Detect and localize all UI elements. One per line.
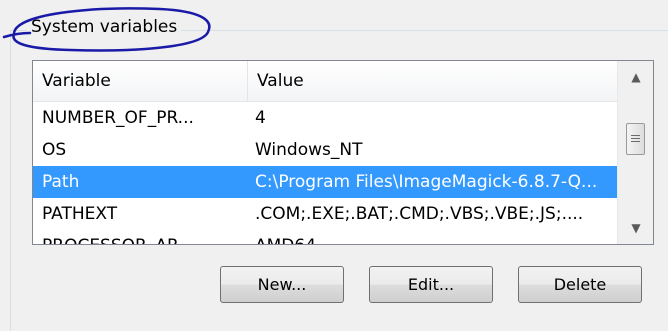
table-row[interactable]: PATHEXT .COM;.EXE;.BAT;.CMD;.VBS;.VBE;.JS… — [33, 198, 617, 230]
variable-value-cell: AMD64 — [255, 230, 615, 244]
variable-value-cell: Windows_NT — [255, 140, 363, 160]
delete-button[interactable]: Delete — [518, 266, 642, 303]
variable-value-cell: C:\Program Files\ImageMagick-6.8.7-Q... — [255, 172, 598, 192]
vertical-scrollbar[interactable]: ▲ ▼ — [617, 61, 653, 244]
variable-value-cell: 4 — [255, 108, 266, 128]
group-title: System variables — [27, 17, 182, 37]
scroll-down-button[interactable]: ▼ — [618, 212, 653, 244]
scrollbar-thumb[interactable] — [626, 123, 645, 155]
variable-name-cell: NUMBER_OF_PR... — [42, 108, 194, 128]
list-header: Variable Value — [33, 61, 617, 102]
list-viewport: Variable Value NUMBER_OF_PR... 4 OS Windows… — [33, 61, 617, 244]
scroll-up-button[interactable]: ▲ — [618, 61, 653, 93]
system-variables-list[interactable]: Variable Value NUMBER_OF_PR... 4 OS Windows… — [32, 60, 654, 245]
edit-button[interactable]: Edit... — [369, 266, 493, 303]
column-header-variable[interactable]: Variable — [33, 61, 247, 101]
table-row[interactable]: PROCESSOR_AR... AMD64 — [33, 230, 617, 244]
variable-value-cell: .COM;.EXE;.BAT;.CMD;.VBS;.VBE;.JS;.... — [255, 204, 584, 224]
variable-name-cell: OS — [42, 140, 67, 160]
column-header-value[interactable]: Value — [248, 61, 617, 101]
up-arrow-icon: ▲ — [631, 70, 641, 84]
table-row[interactable]: Path C:\Program Files\ImageMagick-6.8.7-Q… — [33, 166, 617, 198]
new-button[interactable]: New... — [220, 266, 344, 303]
table-row[interactable]: OS Windows_NT — [33, 134, 617, 166]
down-arrow-icon: ▼ — [631, 221, 641, 235]
table-row[interactable]: NUMBER_OF_PR... 4 — [33, 102, 617, 134]
variable-name-cell: PROCESSOR_AR... — [42, 230, 242, 244]
grip-icon — [631, 135, 640, 136]
variable-name-cell: PATHEXT — [42, 204, 118, 224]
variable-name-cell: Path — [42, 172, 80, 192]
